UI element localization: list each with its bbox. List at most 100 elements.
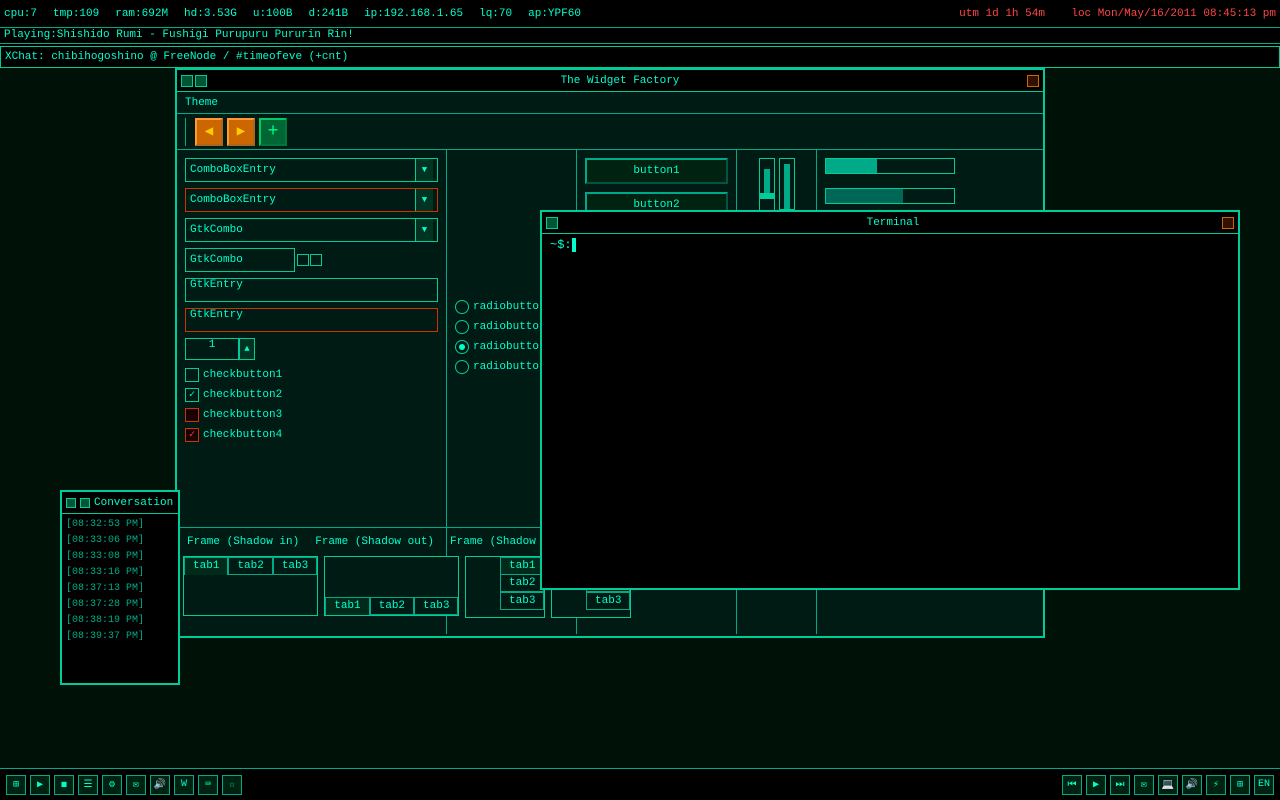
combo-check-1[interactable] (297, 254, 309, 266)
second-status-bar: Playing:Shishido Rumi - Fushigi Purupuru… (0, 28, 1280, 44)
add-button[interactable]: + (259, 118, 287, 146)
checkbox-4: ✓ checkbutton4 (185, 426, 438, 444)
combo-arrow-2[interactable]: ▼ (415, 189, 433, 211)
widget-factory-title: The Widget Factory (213, 75, 1027, 87)
terminal-controls (546, 217, 558, 229)
window-close-btn[interactable] (1027, 75, 1039, 87)
tab-group-1: tab1 tab2 tab3 (183, 556, 318, 616)
conv-line-6: [08:37:28 PM] (66, 596, 174, 612)
terminal-title: Terminal (564, 217, 1222, 229)
terminal-close[interactable] (1222, 217, 1234, 229)
radio-1-btn[interactable] (455, 300, 469, 314)
checkboxes-group: checkbutton1 ✓ checkbutton2 checkbutton3… (185, 366, 438, 444)
terminal-prompt: ~$: (550, 238, 572, 252)
conversation-titlebar: Conversation (62, 492, 178, 514)
progress-bar-2-fill (826, 189, 903, 203)
ap-stat: ap:YPF60 (528, 8, 581, 20)
conv-line-1: [08:32:53 PM] (66, 516, 174, 532)
forward-button[interactable]: ▶ (227, 118, 255, 146)
tab1-header-2[interactable]: tab2 (228, 557, 272, 575)
xchat-titlebar: XChat: chibihogoshino @ FreeNode / #time… (0, 46, 1280, 68)
conv-wctrl-1[interactable] (66, 498, 76, 508)
gtk-combo-row: GtkCombo (185, 248, 438, 272)
taskbar-right-icon-7[interactable]: ⚡ (1206, 775, 1226, 795)
checkbox-3-box[interactable] (185, 408, 199, 422)
tab1-header-1[interactable]: tab1 (184, 557, 228, 575)
tab2-header-1[interactable]: tab1 (325, 597, 369, 615)
toolbar-separator-left (185, 118, 189, 146)
conv-wctrl-2[interactable] (80, 498, 90, 508)
conv-line-2: [08:33:06 PM] (66, 532, 174, 548)
theme-bar: Theme (177, 92, 1043, 114)
taskbar-right-icon-6[interactable]: 🔊 (1182, 775, 1202, 795)
taskbar-right-icon-9[interactable]: EN (1254, 775, 1274, 795)
progress-bar-1-fill (826, 159, 877, 173)
tab-group-3-headers: tab1 tab2 tab3 (500, 557, 544, 617)
frame-label-1: Frame (Shadow in) (187, 536, 299, 548)
widget-factory-titlebar: The Widget Factory (177, 70, 1043, 92)
checkbox-1-box[interactable] (185, 368, 199, 382)
taskbar-right-icon-2[interactable]: ▶ (1086, 775, 1106, 795)
gtk-combo-1[interactable]: GtkCombo ▼ (185, 218, 438, 242)
taskbar-right-icons: ⏮ ▶ ⏭ ✉ 💻 🔊 ⚡ ⊞ EN (1062, 775, 1274, 795)
top-status-bar: cpu:7 tmp:109 ram:692M hd:3.53G u:100B d… (0, 0, 1280, 28)
gtk-combo-arrow-1[interactable]: ▼ (415, 219, 433, 241)
taskbar-right-icon-3[interactable]: ⏭ (1110, 775, 1130, 795)
terminal-content: ~$: (542, 234, 1238, 256)
tab3-header-3[interactable]: tab3 (500, 592, 544, 610)
taskbar-icon-8[interactable]: W (174, 775, 194, 795)
taskbar-right-icon-1[interactable]: ⏮ (1062, 775, 1082, 795)
tab3-header-1[interactable]: tab1 (500, 557, 544, 574)
gtk-combo-2[interactable]: GtkCombo (185, 248, 295, 272)
radio-3-dot (459, 344, 465, 350)
tab2-header-2[interactable]: tab2 (370, 597, 414, 615)
tab-group-2-content (325, 557, 458, 597)
progress-row-1 (825, 158, 1035, 178)
gtk-entry-1[interactable]: GtkEntry (185, 278, 438, 302)
tab4-header-3[interactable]: tab3 (586, 592, 630, 610)
tab2-header-3[interactable]: tab3 (414, 597, 458, 615)
top-bar-left: cpu:7 tmp:109 ram:692M hd:3.53G u:100B d… (4, 8, 951, 20)
window-minimize-btn[interactable] (181, 75, 193, 87)
combo-check-2[interactable] (310, 254, 322, 266)
combo-box-entry-1[interactable]: ComboBoxEntry ▼ (185, 158, 438, 182)
tab-group-3: tab1 tab2 tab3 (465, 556, 545, 618)
conv-line-5: [08:37:13 PM] (66, 580, 174, 596)
conv-line-4: [08:33:16 PM] (66, 564, 174, 580)
radio-4-btn[interactable] (455, 360, 469, 374)
taskbar-icon-7[interactable]: 🔊 (150, 775, 170, 795)
tab3-header-2[interactable]: tab2 (500, 574, 544, 592)
radio-3-btn[interactable] (455, 340, 469, 354)
taskbar-icon-10[interactable]: ☆ (222, 775, 242, 795)
checkbox-3: checkbutton3 (185, 406, 438, 424)
taskbar-right-icon-4[interactable]: ✉ (1134, 775, 1154, 795)
vscale-1-thumb[interactable] (760, 193, 774, 199)
taskbar-icon-3[interactable]: ◼ (54, 775, 74, 795)
taskbar-right-icon-5[interactable]: 💻 (1158, 775, 1178, 795)
terminal-minimize[interactable] (546, 217, 558, 229)
vscale-2-fill (784, 164, 790, 214)
spinbox-up-btn[interactable]: ▲ (239, 338, 255, 360)
tab-group-2: tab1 tab2 tab3 (324, 556, 459, 616)
taskbar-icon-9[interactable]: ⌨ (198, 775, 218, 795)
gtk-entry-2[interactable]: GtkEntry (185, 308, 438, 332)
taskbar-icon-2[interactable]: ▶ (30, 775, 50, 795)
taskbar-icon-5[interactable]: ⚙ (102, 775, 122, 795)
tab-group-1-content (184, 575, 317, 615)
taskbar-icon-1[interactable]: ⊞ (6, 775, 26, 795)
taskbar-icon-4[interactable]: ☰ (78, 775, 98, 795)
tab1-header-3[interactable]: tab3 (273, 557, 317, 575)
combo-box-entry-2[interactable]: ComboBoxEntry ▼ (185, 188, 438, 212)
taskbar-icon-6[interactable]: ✉ (126, 775, 146, 795)
spinbox-input[interactable]: 1 (185, 338, 239, 360)
window-maximize-btn[interactable] (195, 75, 207, 87)
radio-2-btn[interactable] (455, 320, 469, 334)
button1[interactable]: button1 (585, 158, 728, 184)
taskbar-right-icon-8[interactable]: ⊞ (1230, 775, 1250, 795)
combo-arrow-1[interactable]: ▼ (415, 159, 433, 181)
checkbox-2: ✓ checkbutton2 (185, 386, 438, 404)
checkbox-4-box[interactable]: ✓ (185, 428, 199, 442)
checkbox-2-box[interactable]: ✓ (185, 388, 199, 402)
conversation-title: Conversation (94, 497, 173, 509)
back-button[interactable]: ◀ (195, 118, 223, 146)
